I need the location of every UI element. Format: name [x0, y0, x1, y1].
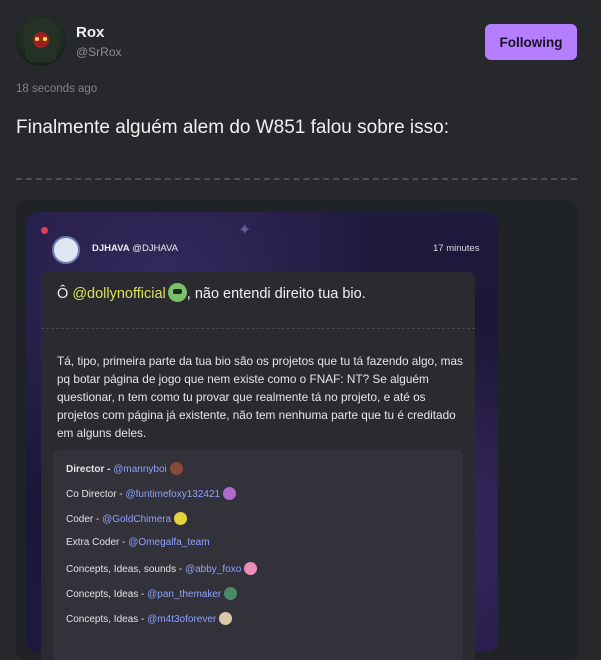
embed-author-avatar: [52, 236, 80, 264]
credit-role: Concepts, Ideas -: [66, 589, 148, 600]
credit-mention: @mannyboi: [113, 464, 167, 475]
sparkle-icon: ✦: [238, 222, 252, 239]
credit-mention: @funtimefoxy132421: [125, 489, 221, 500]
credit-row: Concepts, Ideas - @m4t3oforever: [66, 612, 233, 625]
post-text: Finalmente alguém alem do W851 falou sob…: [16, 117, 450, 138]
post-header: Rox @SrRox Following: [16, 16, 577, 68]
credit-row: Director - @mannyboi: [66, 462, 183, 475]
credit-mention: @Omegalfa_team: [128, 537, 210, 548]
credit-row: Co Director - @funtimefoxy132421: [66, 487, 237, 500]
credit-role: Co Director -: [66, 489, 126, 500]
embed-body: Tá, tipo, primeira parte da tua bio são …: [57, 354, 463, 440]
embed-card: Ô @dollynofficial , não entendi direito t…: [41, 272, 475, 660]
embed-greeting: Ô @dollynofficial , não entendi direito t…: [57, 283, 366, 302]
embed-author-handle: @DJHAVA: [132, 243, 179, 254]
user-handle[interactable]: @SrRox: [76, 45, 122, 59]
credits-box: Director - @mannyboi Co Director - @funt…: [53, 450, 463, 660]
credit-avatar-icon: [169, 462, 183, 475]
username[interactable]: Rox: [76, 24, 104, 41]
credit-role: Director -: [66, 464, 114, 475]
post-timestamp: 18 seconds ago: [16, 83, 98, 95]
embed-background: ✦ ✦ DJHAVA @DJHAVA 17 minutes Ô @dollyno…: [26, 212, 498, 660]
credit-role: Coder -: [66, 514, 103, 525]
notification-dot: [41, 227, 48, 234]
embed-time: 17 minutes: [433, 243, 480, 254]
credit-row: Concepts, Ideas - @pan_themaker: [66, 587, 238, 600]
post-divider: [16, 178, 577, 180]
credit-mention: @pan_themaker: [147, 589, 222, 600]
credit-row: Coder - @GoldChimera: [66, 512, 188, 525]
greeting-suffix: , não entendi direito tua bio.: [186, 286, 366, 302]
embedded-post-image[interactable]: ✦ ✦ DJHAVA @DJHAVA 17 minutes Ô @dollyno…: [16, 200, 578, 660]
following-button[interactable]: Following: [485, 24, 577, 60]
greeting-prefix: Ô: [57, 286, 73, 302]
credit-avatar-icon: [174, 512, 188, 525]
mention-avatar-icon: [167, 283, 187, 302]
credit-avatar-icon: [224, 587, 238, 600]
credit-avatar-icon: [244, 562, 258, 575]
avatar-eye-right: [43, 37, 47, 41]
credit-mention: @abby_foxo: [184, 564, 242, 575]
credit-role: Concepts, Ideas, sounds -: [66, 564, 185, 575]
embed-author: DJHAVA @DJHAVA: [92, 243, 178, 254]
greeting-mention: @dollynofficial: [72, 286, 166, 302]
credit-role: Concepts, Ideas -: [66, 614, 148, 625]
user-avatar[interactable]: [16, 16, 66, 66]
credit-avatar-icon: [223, 487, 237, 500]
credit-row: Concepts, Ideas, sounds - @abby_foxo: [66, 562, 258, 575]
card-divider: [41, 328, 475, 329]
credit-role: Extra Coder -: [66, 537, 129, 548]
embed-author-name: DJHAVA: [92, 243, 130, 254]
credit-avatar-icon: [219, 612, 233, 625]
credit-mention: @GoldChimera: [102, 514, 172, 525]
credit-row: Extra Coder - @Omegalfa_team: [66, 537, 210, 548]
credit-mention: @m4t3oforever: [147, 614, 217, 625]
avatar-eye-left: [35, 37, 39, 41]
